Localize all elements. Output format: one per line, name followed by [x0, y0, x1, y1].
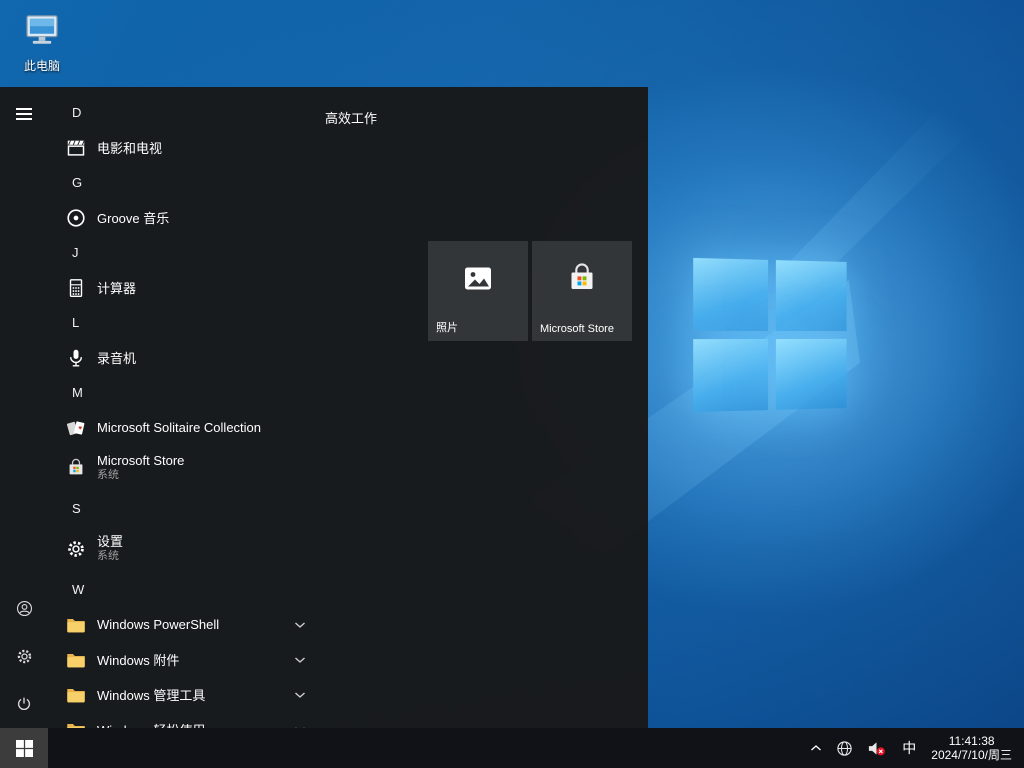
app-list: D 电影和电视 G [48, 87, 318, 728]
this-pc-label: 此电脑 [10, 57, 74, 74]
app-item-groove-music[interactable]: Groove 音乐 [48, 200, 318, 235]
groove-music-icon [64, 206, 88, 230]
section-letter-D[interactable]: D [48, 95, 318, 130]
user-account-button[interactable] [0, 584, 48, 632]
app-label: Windows 管理工具 [97, 685, 205, 704]
tile-label: Microsoft Store [540, 323, 614, 335]
chevron-down-icon[interactable] [290, 687, 310, 703]
app-label: 设置 [97, 534, 123, 549]
app-label: Microsoft Solitaire Collection [97, 420, 261, 435]
folder-item-windows-admin-tools[interactable]: Windows 管理工具 [48, 677, 318, 712]
section-letter-G[interactable]: G [48, 165, 318, 200]
app-item-voice-recorder[interactable]: 录音机 [48, 340, 318, 375]
tile-photos[interactable]: 照片 [428, 241, 528, 341]
expand-menu-button[interactable] [0, 92, 48, 136]
app-item-settings[interactable]: 设置 系统 [48, 526, 318, 572]
chevron-up-icon [810, 744, 822, 752]
windows-logo-wallpaper [693, 258, 846, 412]
volume-muted-button[interactable] [860, 728, 893, 768]
app-label: 录音机 [97, 348, 136, 367]
tray-overflow-button[interactable] [803, 728, 829, 768]
taskbar-date: 2024/7/10/周三 [931, 748, 1012, 762]
folder-item-windows-accessories[interactable]: Windows 附件 [48, 642, 318, 677]
photos-icon [460, 261, 496, 302]
tile-microsoft-store[interactable]: Microsoft Store [532, 241, 632, 341]
store-icon [564, 261, 600, 302]
voice-recorder-icon [64, 346, 88, 370]
folder-icon [64, 648, 88, 672]
app-label: Windows 附件 [97, 650, 179, 669]
settings-button[interactable] [0, 632, 48, 680]
app-sublabel: 系统 [97, 468, 184, 483]
power-button[interactable] [0, 680, 48, 728]
taskbar-clock[interactable]: 11:41:38 2024/7/10/周三 [925, 734, 1024, 762]
folder-icon [64, 718, 88, 729]
tile-area: 高效工作 照片 [318, 87, 648, 728]
section-letter-M[interactable]: M [48, 375, 318, 410]
app-item-calculator[interactable]: 计算器 [48, 270, 318, 305]
solitaire-icon [64, 416, 88, 440]
desktop: 此电脑 [0, 0, 1024, 768]
folder-item-windows-powershell[interactable]: Windows PowerShell [48, 607, 318, 642]
section-letter-J[interactable]: J [48, 235, 318, 270]
app-label: Groove 音乐 [97, 208, 169, 227]
hamburger-icon [16, 108, 32, 110]
ime-indicator[interactable]: 中 [893, 738, 925, 758]
globe-network-icon [836, 740, 853, 757]
app-label: 计算器 [97, 278, 136, 297]
speaker-muted-icon [867, 740, 886, 757]
store-icon [64, 456, 88, 480]
app-sublabel: 系统 [97, 549, 123, 564]
app-label: 电影和电视 [97, 138, 162, 157]
tile-group-header[interactable]: 高效工作 [325, 108, 377, 127]
start-menu-rail [0, 87, 48, 728]
network-status-button[interactable] [829, 728, 860, 768]
movies-tv-icon [64, 136, 88, 160]
calculator-icon [64, 276, 88, 300]
chevron-down-icon[interactable] [290, 617, 310, 633]
system-tray: 中 11:41:38 2024/7/10/周三 [803, 728, 1024, 768]
section-letter-L[interactable]: L [48, 305, 318, 340]
folder-item-windows-ease-of-access[interactable]: Windows 轻松使用 [48, 712, 318, 728]
folder-icon [64, 683, 88, 707]
power-icon [15, 695, 33, 713]
gear-icon [64, 537, 88, 561]
taskbar: 中 11:41:38 2024/7/10/周三 [0, 728, 1024, 768]
start-button[interactable] [0, 728, 48, 768]
app-label: Windows 轻松使用 [97, 720, 205, 728]
start-menu: D 电影和电视 G [0, 87, 648, 728]
windows-logo-icon [16, 740, 33, 757]
folder-icon [64, 613, 88, 637]
taskbar-time: 11:41:38 [931, 734, 1012, 748]
user-icon [15, 599, 34, 618]
computer-icon [22, 10, 62, 50]
app-item-solitaire[interactable]: Microsoft Solitaire Collection [48, 410, 318, 445]
app-label: Microsoft Store [97, 453, 184, 468]
chevron-down-icon[interactable] [290, 652, 310, 668]
gear-icon [15, 647, 34, 666]
app-item-microsoft-store[interactable]: Microsoft Store 系统 [48, 445, 318, 491]
rail-bottom [0, 584, 48, 728]
app-label: Windows PowerShell [97, 617, 219, 632]
section-letter-W[interactable]: W [48, 572, 318, 607]
tile-label: 照片 [436, 319, 458, 335]
app-item-movies-tv[interactable]: 电影和电视 [48, 130, 318, 165]
section-letter-S[interactable]: S [48, 491, 318, 526]
this-pc-icon[interactable]: 此电脑 [10, 10, 74, 74]
